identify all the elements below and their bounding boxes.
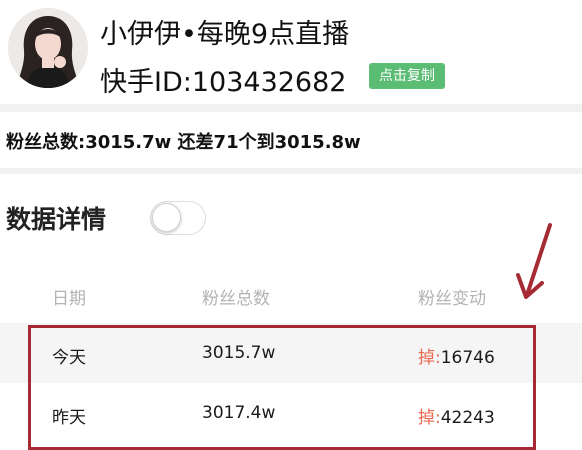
divider: [0, 168, 582, 174]
change-value: 42243: [440, 408, 495, 428]
avatar[interactable]: [8, 8, 88, 88]
row-change: 掉:42243: [418, 403, 495, 428]
nickname: 小伊伊•每晚9点直播: [100, 19, 350, 50]
fans-summary-text: 粉丝总数:3015.7w 还差71个到3015.8w: [6, 132, 361, 153]
details-toggle[interactable]: [150, 201, 206, 235]
user-id: 快手ID:103432682: [100, 67, 347, 98]
column-header-change: 粉丝变动: [418, 289, 486, 309]
row-total: 3017.4w: [202, 403, 276, 423]
row-change: 掉:16746: [418, 343, 495, 368]
column-header-total: 粉丝总数: [202, 289, 270, 309]
annotation-arrow-icon: [516, 223, 552, 299]
change-prefix: 掉:: [418, 408, 441, 428]
row-date: 昨天: [52, 408, 86, 428]
table-row: 昨天 3017.4w 掉:42243: [0, 383, 582, 443]
column-header-date: 日期: [52, 289, 86, 309]
toggle-knob: [152, 203, 181, 232]
row-total: 3015.7w: [202, 343, 276, 363]
fans-summary-bar: 粉丝总数:3015.7w 还差71个到3015.8w: [0, 112, 582, 168]
change-prefix: 掉:: [418, 348, 441, 368]
copy-id-button[interactable]: 点击复制: [369, 63, 445, 89]
divider: [0, 104, 582, 112]
profile-header: 小伊伊•每晚9点直播 快手ID:103432682 点击复制: [0, 0, 582, 104]
row-date: 今天: [52, 348, 86, 368]
details-label: 数据详情: [6, 205, 107, 234]
change-value: 16746: [440, 348, 495, 368]
avatar-image: [8, 8, 88, 88]
table-row: 今天 3015.7w 掉:16746: [0, 323, 582, 383]
